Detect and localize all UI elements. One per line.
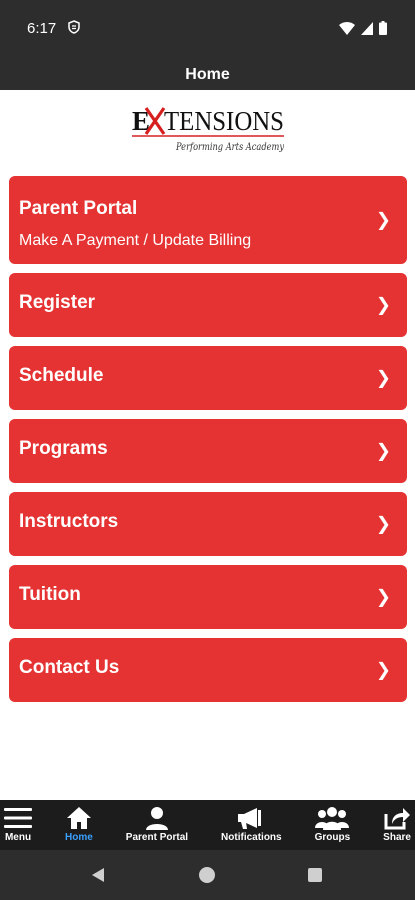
menu-item-instructors[interactable]: Instructors ❯ — [9, 492, 407, 556]
menu-item-label: Schedule — [19, 365, 104, 386]
tab-share[interactable]: Share — [383, 800, 411, 850]
tab-parent-portal[interactable]: Parent Portal — [126, 800, 188, 850]
share-icon — [384, 808, 411, 830]
svg-text:Performing Arts Academy: Performing Arts Academy — [175, 142, 284, 153]
menu-list: Parent Portal Make A Payment / Update Bi… — [9, 176, 407, 711]
menu-item-programs[interactable]: Programs ❯ — [9, 419, 407, 483]
status-time: 6:17 — [27, 20, 57, 37]
status-bar: 6:17 — [0, 0, 415, 62]
menu-item-parent-portal[interactable]: Parent Portal Make A Payment / Update Bi… — [9, 176, 407, 264]
bottom-tab-bar: Menu Home Parent Portal Notifications Gr… — [0, 800, 415, 850]
home-button[interactable] — [199, 867, 215, 883]
screen: 6:17 Home E TENSIONS Performing Arts Aca… — [0, 0, 415, 900]
chevron-right-icon: ❯ — [375, 659, 391, 680]
menu-item-sublabel: Make A Payment / Update Billing — [19, 232, 252, 249]
chevron-right-icon: ❯ — [375, 209, 391, 230]
home-icon — [66, 807, 91, 829]
group-icon — [315, 807, 350, 830]
signal-icon — [361, 21, 373, 35]
tab-notifications[interactable]: Notifications — [221, 800, 282, 850]
tab-label: Home — [65, 832, 93, 843]
hamburger-icon — [4, 808, 32, 828]
menu-item-label: Instructors — [19, 511, 119, 532]
tab-label: Parent Portal — [125, 832, 189, 843]
chevron-right-icon: ❯ — [375, 294, 391, 315]
menu-item-label: Register — [19, 292, 96, 313]
system-nav-bar — [0, 850, 415, 900]
chevron-right-icon: ❯ — [375, 513, 391, 534]
tab-label: Share — [383, 832, 411, 843]
tab-menu[interactable]: Menu — [4, 800, 32, 850]
tab-label: Notifications — [221, 832, 282, 843]
chevron-right-icon: ❯ — [375, 367, 391, 388]
chevron-right-icon: ❯ — [375, 586, 391, 607]
tab-home[interactable]: Home — [65, 800, 93, 850]
menu-item-contact-us[interactable]: Contact Us ❯ — [9, 638, 407, 702]
extensions-logo: E TENSIONS Performing Arts Academy — [132, 106, 284, 153]
tab-groups[interactable]: Groups — [314, 800, 351, 850]
menu-item-label: Contact Us — [19, 657, 120, 678]
menu-item-label: Programs — [19, 438, 108, 459]
page-title: Home — [0, 62, 415, 90]
menu-item-label: Parent Portal — [19, 198, 138, 219]
menu-item-tuition[interactable]: Tuition ❯ — [9, 565, 407, 629]
status-icons — [339, 21, 387, 35]
tab-label: Groups — [314, 832, 351, 843]
tab-label: Menu — [4, 832, 32, 843]
menu-item-register[interactable]: Register ❯ — [9, 273, 407, 337]
person-icon — [145, 807, 168, 830]
wifi-icon — [339, 21, 355, 35]
svg-text:TENSIONS: TENSIONS — [164, 106, 284, 136]
menu-item-schedule[interactable]: Schedule ❯ — [9, 346, 407, 410]
shield-icon — [68, 20, 80, 34]
chevron-right-icon: ❯ — [375, 440, 391, 461]
menu-item-label: Tuition — [19, 584, 81, 605]
battery-icon — [379, 21, 387, 35]
back-icon[interactable] — [90, 867, 106, 883]
megaphone-icon — [238, 808, 262, 829]
recents-button[interactable] — [308, 868, 322, 882]
